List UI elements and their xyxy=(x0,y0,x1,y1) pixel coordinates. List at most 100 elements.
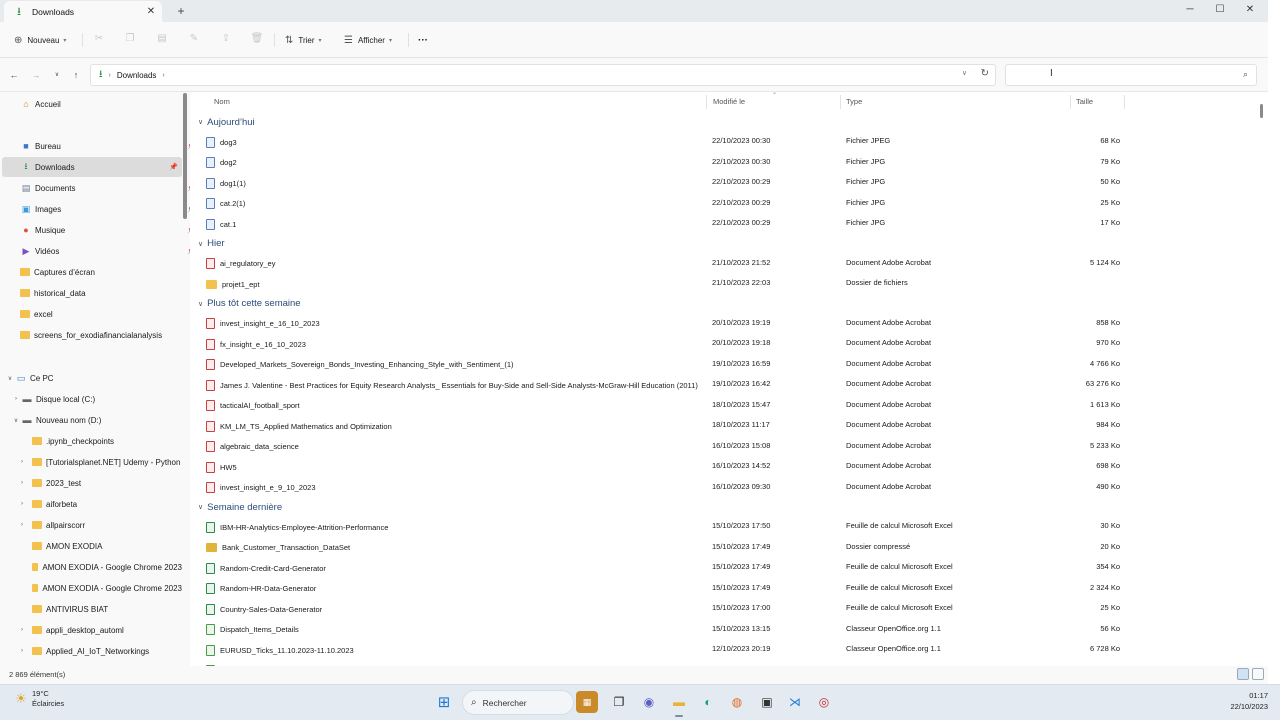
sidebar-item-folder[interactable]: screens_for_exodiafinancialanalysis xyxy=(20,325,182,345)
sidebar-item-folder[interactable]: › aiforbeta xyxy=(17,494,190,514)
chevron-right-icon[interactable]: › xyxy=(17,480,27,486)
chevron-right-icon[interactable]: › xyxy=(11,396,21,402)
column-divider[interactable] xyxy=(840,95,841,109)
file-row[interactable]: Random-Credit-Card-Generator 15/10/2023 1… xyxy=(200,558,1260,578)
chevron-right-icon[interactable]: › xyxy=(17,648,27,654)
chevron-right-icon[interactable]: › xyxy=(17,459,27,465)
sidebar-item-folder[interactable]: › 2023_test xyxy=(17,473,190,493)
minimize-button[interactable]: ─ xyxy=(1180,2,1200,18)
column-header-type[interactable]: Type xyxy=(846,92,862,112)
chevron-right-icon[interactable]: › xyxy=(17,501,27,507)
widget-icon[interactable]: ▦ xyxy=(576,691,598,713)
chevron-down-icon[interactable]: ∨ xyxy=(198,503,203,511)
file-row[interactable]: cat.2(1) 22/10/2023 00:29 Fichier JPG 25 Ko xyxy=(200,194,1260,214)
refresh-icon[interactable]: ↻ xyxy=(981,68,989,79)
file-explorer-icon[interactable]: ▬ xyxy=(668,691,690,717)
file-row[interactable]: fx_insight_e_16_10_2023 20/10/2023 19:18 D… xyxy=(200,334,1260,354)
vscode-icon[interactable]: ⋊ xyxy=(784,691,806,713)
group-header[interactable]: ∨ Semaine dernière xyxy=(198,498,282,516)
file-row[interactable]: KM_LM_TS_Applied Mathematics and Optimiz… xyxy=(200,416,1260,436)
sidebar-item-folder[interactable]: AMON EXODIA - Google Chrome 2023 xyxy=(32,557,182,577)
file-row[interactable]: cat.1 22/10/2023 00:29 Fichier JPG 17 Ko xyxy=(200,214,1260,234)
task-view-icon[interactable]: ❐ xyxy=(608,691,630,713)
group-header[interactable]: ∨ Aujourd’hui xyxy=(198,113,255,131)
sidebar-item-folder[interactable]: › allpairscorr xyxy=(17,515,190,535)
chevron-down-icon[interactable]: ∨ xyxy=(198,240,203,248)
terminal-icon[interactable]: ▣ xyxy=(756,691,778,713)
file-row[interactable]: tacticalAI_football_sport 18/10/2023 15:4… xyxy=(200,396,1260,416)
copy-icon[interactable]: ❐ xyxy=(123,32,137,46)
file-row[interactable]: dog2 22/10/2023 00:30 Fichier JPG 79 Ko xyxy=(200,153,1260,173)
sidebar-item-folder[interactable]: › Applied_AI_IoT_Networkings xyxy=(17,641,190,661)
sidebar-item-drive-d[interactable]: ∨ ▬ Nouveau nom (D:) xyxy=(11,410,190,430)
file-row[interactable]: Country-Sales-Data-Generator 15/10/2023 1… xyxy=(200,599,1260,619)
chevron-right-icon[interactable]: › xyxy=(17,522,27,528)
file-row[interactable]: Developed_Markets_Sovereign_Bonds_Invest… xyxy=(200,355,1260,375)
new-tab-button[interactable]: + xyxy=(174,4,188,18)
file-row[interactable]: HW5 16/10/2023 14:52 Document Adobe Acroba… xyxy=(200,457,1260,477)
recent-chevron-icon[interactable]: ∨ xyxy=(50,68,64,82)
chevron-down-icon[interactable]: ∨ xyxy=(5,375,15,382)
address-bar[interactable]: ⭳ › Downloads › ∨ ↻ xyxy=(90,64,996,86)
back-arrow-icon[interactable]: ← xyxy=(7,68,21,82)
sidebar-item-folder[interactable]: AMON EXODIA xyxy=(32,536,190,556)
sidebar-item-videos[interactable]: ▶ Vidéos 📌 xyxy=(20,241,190,261)
sidebar-item-music[interactable]: ● Musique 📌 xyxy=(20,220,190,240)
column-divider[interactable] xyxy=(1124,95,1125,109)
chevron-down-icon[interactable]: ∨ xyxy=(198,300,203,308)
sidebar-item-images[interactable]: ▣ Images 📌 xyxy=(20,199,190,219)
column-divider[interactable] xyxy=(1070,95,1071,109)
view-button[interactable]: ☰ Afficher ▾ xyxy=(344,31,392,49)
chevron-down-icon[interactable]: ∨ xyxy=(198,118,203,126)
file-row[interactable]: dog1(1) 22/10/2023 00:29 Fichier JPG 50 Ko xyxy=(200,173,1260,193)
sidebar-item-folder[interactable]: Captures d’écran xyxy=(20,262,190,282)
file-row[interactable]: dog3 22/10/2023 00:30 Fichier JPEG 68 Ko xyxy=(200,132,1260,152)
column-header-name[interactable]: Nom xyxy=(214,92,230,112)
delete-icon[interactable]: 🗑 xyxy=(250,32,264,46)
paste-icon[interactable]: ▤ xyxy=(155,32,169,46)
file-row[interactable]: Dispatch_Items_Details 15/10/2023 13:15 Cl… xyxy=(200,620,1260,640)
file-row[interactable]: ai_regulatory_ey 21/10/2023 21:52 Document… xyxy=(200,254,1260,274)
sidebar-item-folder[interactable]: › [Tutorialsplanet.NET] Udemy - Python xyxy=(17,452,182,472)
breadcrumb-downloads[interactable]: Downloads xyxy=(117,71,157,80)
maximize-button[interactable]: ☐ xyxy=(1210,2,1230,18)
chevron-right-icon[interactable]: › xyxy=(162,72,164,79)
chevron-down-icon[interactable]: ∨ xyxy=(11,417,21,424)
file-row[interactable]: projet1_ept 21/10/2023 22:03 Dossier de fi… xyxy=(200,274,1260,294)
search-input[interactable]: I ⌕ xyxy=(1005,64,1257,86)
rename-icon[interactable]: ✎ xyxy=(187,32,201,46)
cut-icon[interactable]: ✂ xyxy=(92,32,106,46)
details-view-icon[interactable] xyxy=(1237,668,1249,680)
address-history-chevron-icon[interactable]: ∨ xyxy=(962,69,967,77)
forward-arrow-icon[interactable]: → xyxy=(29,68,43,82)
sidebar-item-folder[interactable]: historical_data xyxy=(20,283,190,303)
group-header[interactable]: ∨ Plus tôt cette semaine xyxy=(198,295,301,313)
file-row[interactable]: algebraic_data_science 16/10/2023 15:08 Do… xyxy=(200,437,1260,457)
sidebar-item-folder[interactable]: › appli_desktop_automl xyxy=(17,620,190,640)
sidebar-item-folder[interactable]: AMON EXODIA - Google Chrome 2023 xyxy=(32,578,182,598)
chrome-icon[interactable]: ◎ xyxy=(813,691,835,713)
sidebar-scrollbar[interactable] xyxy=(183,93,187,219)
sidebar-item-drive-c[interactable]: › ▬ Disque local (C:) xyxy=(11,389,190,409)
file-row[interactable]: invest_insight_e_16_10_2023 20/10/2023 19… xyxy=(200,314,1260,334)
sidebar-item-downloads[interactable]: ⭳ Downloads 📌 xyxy=(2,157,182,177)
firefox-icon[interactable]: ◍ xyxy=(726,691,748,713)
more-options-button[interactable]: ··· xyxy=(418,31,428,49)
sidebar-item-folder[interactable]: .ipynb_checkpoints xyxy=(32,431,190,451)
column-header-size[interactable]: Taille xyxy=(1076,92,1093,112)
sidebar-item-folder[interactable]: ANTIVIRUS BIAT xyxy=(32,599,190,619)
edge-browser-icon[interactable]: ◐ xyxy=(697,691,719,713)
teams-chat-icon[interactable]: ◉ xyxy=(638,691,660,713)
close-tab-icon[interactable]: ✕ xyxy=(144,6,158,17)
up-arrow-icon[interactable]: ↑ xyxy=(69,68,83,82)
sidebar-item-this-pc[interactable]: ∨ ▭ Ce PC xyxy=(5,368,185,388)
file-list-scrollbar[interactable] xyxy=(1260,104,1263,118)
sidebar-item-documents[interactable]: ▤ Documents 📌 xyxy=(20,178,190,198)
group-header[interactable]: ∨ Hier xyxy=(198,235,225,253)
taskbar-search[interactable]: ⌕ Rechercher xyxy=(462,690,574,715)
tab-downloads[interactable]: ⭳ Downloads ✕ xyxy=(4,1,162,22)
file-row[interactable]: Random-HR-Data-Generator 15/10/2023 17:49… xyxy=(200,579,1260,599)
sidebar-item-home[interactable]: ⌂ Accueil xyxy=(20,94,190,114)
weather-widget[interactable]: ☀ 19°C Éclaircies xyxy=(12,689,64,709)
tiles-view-icon[interactable] xyxy=(1252,668,1264,680)
